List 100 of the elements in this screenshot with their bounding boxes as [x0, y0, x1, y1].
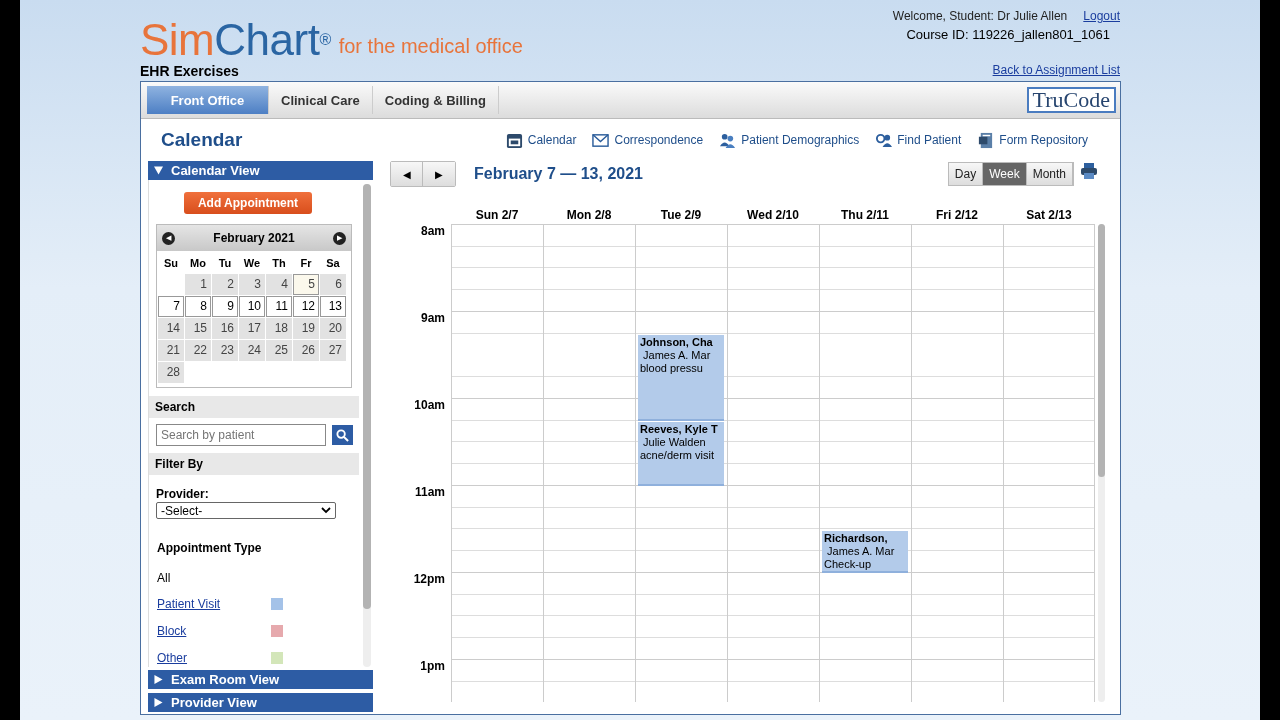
calendar-day[interactable]: 25	[266, 340, 292, 361]
weekday-label: Fr	[299, 256, 313, 271]
calendar-day[interactable]: 11	[266, 296, 292, 317]
page-title: Calendar	[161, 129, 243, 151]
calendar-day[interactable]: 13	[320, 296, 346, 317]
appointment[interactable]: Johnson, Cha James A. Mar blood pressu	[638, 334, 724, 421]
calendar-day[interactable]: 19	[293, 318, 319, 339]
logo-tagline: for the medical office	[338, 35, 523, 58]
hour-label: 12pm	[413, 572, 445, 586]
type-link[interactable]: Block	[157, 624, 271, 638]
nav-link[interactable]: Calendar	[505, 131, 577, 149]
date-range: February 7 — 13, 2021	[474, 165, 643, 183]
collapse-triangle-icon	[154, 166, 163, 175]
hour-label: 8am	[420, 224, 445, 238]
type-link[interactable]: Patient Visit	[157, 597, 271, 611]
weekday-label: Th	[271, 256, 287, 271]
form-icon	[977, 131, 995, 149]
scrollbar[interactable]	[1098, 224, 1105, 702]
filter-heading: Filter By	[149, 452, 359, 475]
calendar-day[interactable]: 5	[293, 274, 319, 295]
calendar-day[interactable]: 17	[239, 318, 265, 339]
day-header: Sat 2/13	[1025, 208, 1073, 224]
back-link[interactable]: Back to Assignment List	[992, 63, 1120, 77]
weekday-label: Mo	[189, 256, 207, 271]
search-field[interactable]: Search by patient	[156, 424, 326, 446]
view-button[interactable]: Month	[1026, 163, 1073, 185]
accordion-header[interactable]: Exam Room View	[148, 670, 373, 689]
nav-link[interactable]: Form Repository	[977, 131, 1088, 149]
calendar-day[interactable]: 23	[212, 340, 238, 361]
expand-triangle-icon	[154, 675, 163, 684]
calendar-day[interactable]: 9	[212, 296, 238, 317]
nav-link[interactable]: Patient Demographics	[719, 131, 860, 149]
weekday-label: We	[242, 256, 262, 271]
hour-label: 9am	[420, 311, 445, 325]
calendar-day[interactable]: 18	[266, 318, 292, 339]
calendar-day[interactable]: 26	[293, 340, 319, 361]
nav-tab[interactable]: Coding & Billing	[372, 86, 499, 114]
calendar-day[interactable]: 2	[212, 274, 238, 295]
next-week-button[interactable]: ▶	[423, 162, 455, 186]
type-all: All	[157, 571, 172, 585]
day-header: Mon 2/8	[565, 208, 613, 224]
calendar-day[interactable]: 3	[239, 274, 265, 295]
appointment[interactable]: Reeves, Kyle T Julie Walden acne/derm visit	[638, 421, 724, 486]
month-label: February 2021	[213, 231, 295, 245]
calendar-day[interactable]: 7	[158, 296, 184, 317]
hour-label: 10am	[414, 398, 445, 412]
hour-label: 1pm	[420, 659, 445, 673]
caret-icon	[321, 507, 331, 514]
hour-label: 11am	[414, 485, 445, 499]
day-header: Sun 2/7	[474, 208, 520, 224]
calendar-day[interactable]: 24	[239, 340, 265, 361]
calendar-day[interactable]: 21	[158, 340, 184, 361]
appointment[interactable]: Richardson, James A. Mar Check-up	[822, 530, 908, 573]
calendar-day[interactable]: 10	[239, 296, 265, 317]
weekday-label: Su	[162, 256, 180, 271]
printer-icon[interactable]	[1080, 162, 1098, 180]
scrollbar[interactable]	[363, 184, 371, 667]
calendar-day[interactable]: 28	[158, 362, 184, 383]
calendar-day[interactable]: 8	[185, 296, 211, 317]
weekday-label: Sa	[325, 256, 341, 271]
type-heading: Appointment Type	[157, 541, 263, 555]
calendar-day[interactable]: 6	[320, 274, 346, 295]
view-button[interactable]: Week	[983, 163, 1027, 185]
nav-tab[interactable]: Clinical Care	[269, 86, 373, 114]
expand-triangle-icon	[154, 698, 163, 707]
type-link[interactable]: Other	[157, 651, 271, 665]
find-people-icon	[875, 131, 893, 149]
calendar-day[interactable]: 1	[185, 274, 211, 295]
logout-link[interactable]: Logout	[1083, 9, 1120, 23]
accordion-header[interactable]: Provider View	[148, 693, 373, 712]
accordion-header[interactable]: Calendar View	[148, 161, 373, 180]
calendar-day[interactable]: 20	[320, 318, 346, 339]
envelope-icon	[592, 131, 610, 149]
add-appointment-button[interactable]: Add Appointment	[183, 192, 313, 214]
day-header: Thu 2/11	[840, 208, 890, 224]
welcome-text: Welcome, Student: Dr Julie Allen	[892, 9, 1068, 23]
course-id: Course ID: 119226_jallen801_1061	[906, 27, 1110, 42]
calendar-day[interactable]: 22	[185, 340, 211, 361]
calendar-icon	[505, 131, 523, 149]
calendar-day[interactable]: 14	[158, 318, 184, 339]
calendar-day[interactable]: 27	[320, 340, 346, 361]
section-subtitle: EHR Exercises	[140, 63, 240, 79]
search-heading: Search	[149, 395, 359, 418]
calendar-day[interactable]: 4	[266, 274, 292, 295]
provider-dropdown[interactable]: -Select-	[156, 502, 336, 519]
view-button[interactable]: Day	[948, 163, 984, 185]
prev-week-button[interactable]: ◀	[391, 162, 423, 186]
search-button[interactable]	[332, 425, 353, 445]
simchart-logo: SimChart®	[140, 18, 331, 62]
nav-link[interactable]: Find Patient	[875, 131, 962, 149]
calendar-day[interactable]: 15	[185, 318, 211, 339]
day-header: Tue 2/9	[659, 208, 703, 224]
nav-link[interactable]: Correspondence	[592, 131, 704, 149]
trucode-logo[interactable]: TruCode	[1026, 87, 1116, 113]
calendar-day[interactable]: 12	[293, 296, 319, 317]
day-header: Wed 2/10	[746, 208, 800, 224]
calendar-day[interactable]: 16	[212, 318, 238, 339]
people-icon	[719, 131, 737, 149]
provider-label: Provider:	[156, 487, 210, 501]
day-header: Fri 2/12	[935, 208, 979, 224]
